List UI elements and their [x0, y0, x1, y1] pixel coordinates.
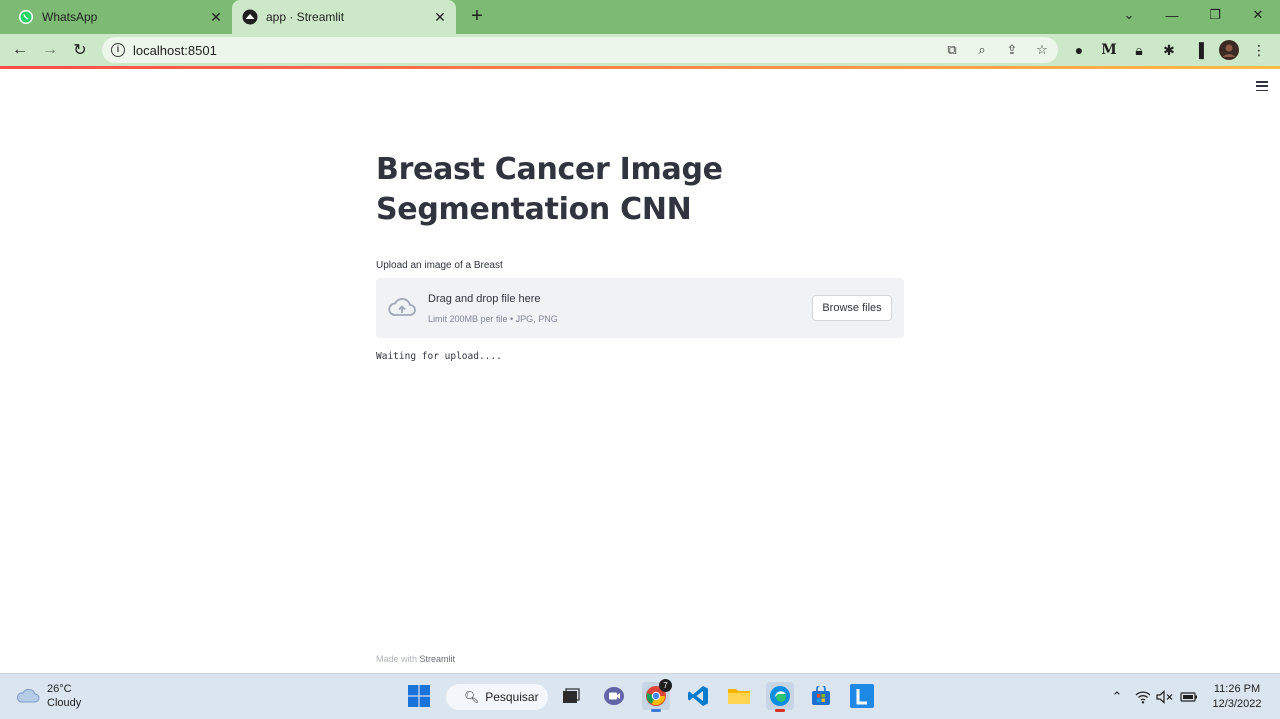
new-tab-icon[interactable]: + [466, 5, 488, 27]
main-content: Breast Cancer Image Segmentation CNN Upl… [376, 150, 904, 362]
teams-chat-icon[interactable] [600, 682, 628, 710]
active-indicator [651, 709, 661, 712]
restore-icon[interactable]: ❐ [1193, 0, 1237, 30]
dropzone-instructions: Drag and drop file here [428, 293, 541, 305]
side-panel-icon[interactable]: ▐ [1189, 40, 1209, 60]
made-with-streamlit-footer: Made with Streamlit [376, 654, 455, 664]
back-icon[interactable]: ← [8, 38, 32, 62]
minimize-icon[interactable]: — [1150, 0, 1194, 30]
tab-whatsapp[interactable]: WhatsApp ✕ [8, 0, 232, 34]
browser-toolbar: ← → ↻ i localhost:8501 ⧉ ⌕ ⇪ ☆ ● M 🔒︎ ✱ … [0, 34, 1280, 66]
close-tab-icon[interactable]: ✕ [428, 9, 452, 26]
url-text: localhost:8501 [133, 43, 217, 58]
system-clock[interactable]: 11:26 PM 12/3/2022 [1206, 682, 1268, 712]
uploader-label: Upload an image of a Breast [376, 260, 503, 271]
share-icon[interactable]: ⇪ [1004, 42, 1020, 58]
extension-cluster-icon[interactable]: ● [1069, 40, 1089, 60]
close-tab-icon[interactable]: ✕ [204, 9, 228, 26]
battery-icon[interactable] [1180, 688, 1198, 706]
task-view-icon[interactable] [557, 682, 585, 710]
dropzone-limit-text: Limit 200MB per file • JPG, PNG [428, 314, 558, 324]
profile-avatar[interactable] [1219, 40, 1239, 60]
lock-extension-icon[interactable]: 🔒︎ [1129, 40, 1149, 60]
weather-temp: 26°C [47, 683, 72, 695]
reload-icon[interactable]: ↻ [68, 38, 92, 62]
tab-title: app · Streamlit [266, 10, 345, 24]
wifi-icon[interactable] [1134, 688, 1152, 706]
search-icon: 🔍︎ [464, 690, 480, 704]
edge-icon[interactable] [766, 682, 794, 712]
tray-overflow-chevron-icon[interactable]: ⌃ [1108, 688, 1126, 706]
page-title: Breast Cancer Image Segmentation CNN [376, 152, 723, 227]
streamlit-top-decoration [0, 66, 1280, 69]
windows-logo-icon [408, 685, 430, 707]
bookmark-star-icon[interactable]: ☆ [1034, 42, 1050, 58]
tab-search-chevron-icon[interactable]: ⌄ [1107, 0, 1151, 30]
file-explorer-icon[interactable] [725, 682, 753, 710]
start-button[interactable] [405, 682, 433, 710]
footer-prefix: Made with [376, 654, 420, 664]
translate-icon[interactable]: ⧉ [944, 42, 960, 58]
cloud-icon [16, 688, 40, 703]
microsoft-store-icon[interactable] [807, 682, 835, 710]
browser-menu-icon[interactable]: ⋮ [1249, 40, 1269, 60]
weather-widget[interactable]: 26°C Cloudy [16, 682, 81, 710]
address-bar[interactable]: i localhost:8501 ⧉ ⌕ ⇪ ☆ [102, 37, 1058, 63]
whatsapp-icon [18, 9, 34, 25]
tab-title: WhatsApp [42, 10, 98, 24]
clock-date: 12/3/2022 [1212, 698, 1262, 710]
close-window-icon[interactable]: ✕ [1236, 0, 1280, 30]
forward-icon[interactable]: → [38, 38, 62, 62]
l-app-icon[interactable] [848, 682, 876, 710]
site-info-icon[interactable]: i [111, 43, 125, 57]
active-indicator [775, 709, 785, 712]
volume-muted-icon[interactable] [1156, 688, 1174, 706]
weather-condition: Cloudy [47, 697, 82, 709]
browse-files-button[interactable]: Browse files [812, 295, 892, 321]
taskbar-search-label: Pesquisar [485, 690, 539, 704]
extensions-puzzle-icon[interactable]: ✱ [1159, 40, 1179, 60]
cloud-upload-icon [388, 298, 416, 316]
vscode-icon[interactable] [684, 682, 712, 710]
app-menu-icon[interactable] [1254, 79, 1270, 93]
chrome-profile-badge: 7 [659, 679, 672, 692]
taskbar: 26°C Cloudy 🔍︎ Pesquisar 7 ⌃ 11:26 PM 12… [0, 673, 1280, 719]
m-extension-icon[interactable]: M [1099, 40, 1119, 60]
file-dropzone[interactable]: Drag and drop file here Limit 200MB per … [376, 278, 904, 338]
tab-streamlit[interactable]: app · Streamlit ✕ [232, 0, 456, 34]
streamlit-link[interactable]: Streamlit [420, 654, 456, 664]
browser-tab-strip: WhatsApp ✕ app · Streamlit ✕ + ⌄ — ❐ ✕ [0, 0, 1280, 34]
taskbar-search[interactable]: 🔍︎ Pesquisar [446, 684, 548, 710]
chrome-taskbar-icon[interactable]: 7 [642, 679, 672, 712]
streamlit-icon [242, 9, 258, 25]
zoom-icon[interactable]: ⌕ [974, 42, 990, 58]
clock-time: 11:26 PM [1213, 683, 1261, 695]
status-text: Waiting for upload.... [376, 351, 502, 362]
